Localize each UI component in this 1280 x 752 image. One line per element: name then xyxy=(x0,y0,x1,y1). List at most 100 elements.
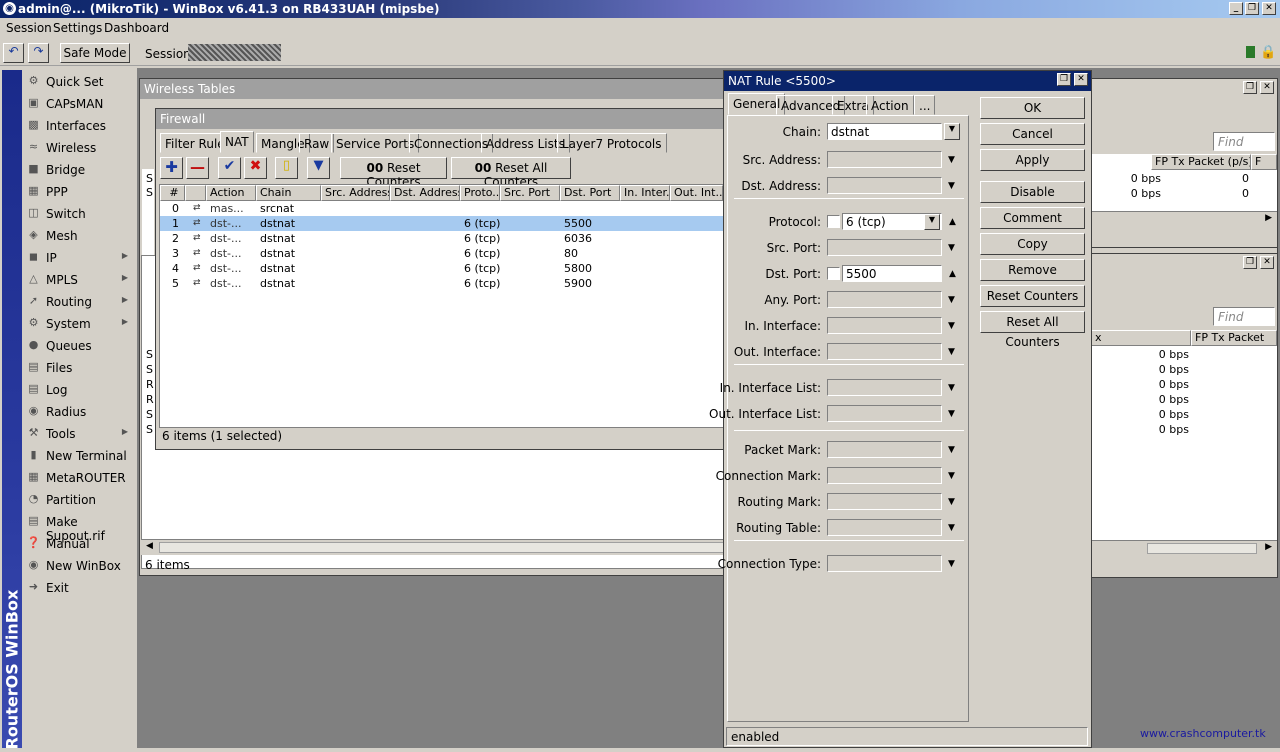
menu-dashboard[interactable]: Dashboard xyxy=(104,21,169,35)
disable-icon[interactable]: ✖ xyxy=(244,157,267,179)
col-fp-tx-packet[interactable]: FP Tx Packet (p/s) xyxy=(1151,154,1251,170)
table-row[interactable]: 4 dst-... dstnat 6 (tcp) 5800 ⇄ xyxy=(160,261,723,276)
sidebar-item-switch[interactable]: ◫ Switch xyxy=(24,202,136,224)
session-field[interactable] xyxy=(188,44,281,61)
sidebar-item-files[interactable]: ▤ Files xyxy=(24,356,136,378)
find-input[interactable]: Find xyxy=(1213,307,1275,326)
nat-apply-button[interactable]: Apply xyxy=(980,149,1085,171)
field-packet-mark[interactable] xyxy=(827,441,942,458)
col-action[interactable]: Action xyxy=(206,185,256,201)
table-row[interactable]: 2 dst-... dstnat 6 (tcp) 6036 ⇄ xyxy=(160,231,723,246)
dropdown-up-icon[interactable]: ▲ xyxy=(949,269,956,279)
sidebar-item-radius[interactable]: ◉ Radius xyxy=(24,400,136,422)
reset-all-counters-button[interactable]: 00 Reset All Counters xyxy=(451,157,571,189)
nat-cancel-button[interactable]: Cancel xyxy=(980,123,1085,145)
col-in-inter-[interactable]: In. Inter... xyxy=(620,185,670,201)
reset-counters-button[interactable]: 00 Reset Counters xyxy=(340,157,447,189)
panel-maximize-button[interactable]: ❐ xyxy=(1243,81,1257,94)
dropdown-down-icon[interactable]: ▼ xyxy=(948,445,955,455)
panel-close-button[interactable]: ✕ xyxy=(1260,81,1274,94)
nat-reset-counters-button[interactable]: Reset Counters xyxy=(980,285,1085,307)
sidebar-item-routing[interactable]: ➚ Routing ▶ xyxy=(24,290,136,312)
table-row[interactable]: 5 dst-... dstnat 6 (tcp) 5900 ⇄ xyxy=(160,276,723,291)
sidebar-item-interfaces[interactable]: ▩ Interfaces xyxy=(24,114,136,136)
field-dst-address[interactable] xyxy=(827,177,942,194)
nat-remove-button[interactable]: Remove xyxy=(980,259,1085,281)
nat-copy-button[interactable]: Copy xyxy=(980,233,1085,255)
enable-icon[interactable]: ✔ xyxy=(218,157,241,179)
checkbox-dst-port[interactable] xyxy=(827,267,840,280)
sidebar-item-new-winbox[interactable]: ◉ New WinBox xyxy=(24,554,136,576)
col-src-port[interactable]: Src. Port xyxy=(500,185,560,201)
dropdown-down-icon[interactable]: ▼ xyxy=(948,471,955,481)
table-row[interactable]: 3 dst-... dstnat 6 (tcp) 80 ⇄ xyxy=(160,246,723,261)
sidebar-item-mesh[interactable]: ◈ Mesh xyxy=(24,224,136,246)
nat-tab-more[interactable]: ... xyxy=(914,95,936,115)
dropdown-down-icon[interactable]: ▼ xyxy=(948,383,955,393)
panel-maximize-button[interactable]: ❐ xyxy=(1243,256,1257,269)
field-in-interface[interactable] xyxy=(827,317,942,334)
sidebar-item-exit[interactable]: ➜ Exit xyxy=(24,576,136,598)
table-row[interactable]: 0 mas... srcnat ⇄ xyxy=(160,201,723,216)
col-dst-port[interactable]: Dst. Port xyxy=(560,185,620,201)
col-rx[interactable]: x xyxy=(1091,330,1191,346)
sidebar-item-system[interactable]: ⚙ System ▶ xyxy=(24,312,136,334)
close-button[interactable]: ✕ xyxy=(1262,2,1276,15)
dropdown-up-icon[interactable]: ▲ xyxy=(949,217,956,227)
dropdown-down-icon[interactable]: ▼ xyxy=(948,497,955,507)
sidebar-item-metarouter[interactable]: ▦ MetaROUTER xyxy=(24,466,136,488)
dropdown-down-icon[interactable]: ▼ xyxy=(948,243,955,253)
field-src-address[interactable] xyxy=(827,151,942,168)
tab-layer7-protocols[interactable]: Layer7 Protocols xyxy=(557,133,667,153)
sidebar-item-new-terminal[interactable]: ▮ New Terminal xyxy=(24,444,136,466)
nat-maximize-button[interactable]: ❐ xyxy=(1057,73,1071,86)
find-input[interactable]: Find xyxy=(1213,132,1275,151)
field-connection-type[interactable] xyxy=(827,555,942,572)
field-connection-mark[interactable] xyxy=(827,467,942,484)
field-out-interface-list[interactable] xyxy=(827,405,942,422)
menu-session[interactable]: Session xyxy=(6,21,52,35)
filter-icon[interactable]: ▼ xyxy=(307,157,330,179)
field-dst-port[interactable]: 5500 xyxy=(842,265,942,282)
sidebar-item-wireless[interactable]: ≈ Wireless xyxy=(24,136,136,158)
sidebar-item-quick-set[interactable]: ⚙ Quick Set xyxy=(24,70,136,92)
col-dst-address[interactable]: Dst. Address xyxy=(390,185,460,201)
dropdown-down-icon[interactable]: ▼ xyxy=(948,295,955,305)
dropdown-down-icon[interactable]: ▼ xyxy=(948,347,955,357)
tab-service-ports[interactable]: Service Ports xyxy=(331,133,420,153)
chain-input[interactable]: dstnat xyxy=(827,123,942,140)
comment-icon[interactable]: ▯ xyxy=(275,157,298,179)
col-number[interactable]: # xyxy=(160,185,185,201)
sidebar-item-mpls[interactable]: △ MPLS ▶ xyxy=(24,268,136,290)
field-routing-table[interactable] xyxy=(827,519,942,536)
protocol-dropdown-icon[interactable]: ▼ xyxy=(924,214,940,230)
sidebar-item-tools[interactable]: ⚒ Tools ▶ xyxy=(24,422,136,444)
dropdown-down-icon[interactable]: ▼ xyxy=(948,559,955,569)
field-in-interface-list[interactable] xyxy=(827,379,942,396)
col-fp-tx-packet[interactable]: FP Tx Packet xyxy=(1191,330,1277,346)
nat-ok-button[interactable]: OK xyxy=(980,97,1085,119)
dropdown-down-icon[interactable]: ▼ xyxy=(948,321,955,331)
nat-tab-action[interactable]: Action xyxy=(866,95,914,115)
undo-icon[interactable]: ↶ xyxy=(3,43,24,63)
col-spacer[interactable] xyxy=(185,185,206,201)
sidebar-item-bridge[interactable]: ■ Bridge xyxy=(24,158,136,180)
sidebar-item-manual[interactable]: ❓ Manual xyxy=(24,532,136,554)
nat-reset-all-counters-button[interactable]: Reset All Counters xyxy=(980,311,1085,349)
sidebar-item-queues[interactable]: ● Queues xyxy=(24,334,136,356)
minimize-button[interactable]: _ xyxy=(1229,2,1243,15)
nat-disable-button[interactable]: Disable xyxy=(980,181,1085,203)
field-src-port[interactable] xyxy=(827,239,942,256)
dropdown-down-icon[interactable]: ▼ xyxy=(948,409,955,419)
remove-icon[interactable]: — xyxy=(186,157,209,179)
safe-mode-button[interactable]: Safe Mode xyxy=(60,43,130,63)
col-chain[interactable]: Chain xyxy=(256,185,321,201)
sidebar-item-partition[interactable]: ◔ Partition xyxy=(24,488,136,510)
dropdown-down-icon[interactable]: ▼ xyxy=(948,523,955,533)
tab-nat[interactable]: NAT xyxy=(220,131,254,153)
sidebar-item-log[interactable]: ▤ Log xyxy=(24,378,136,400)
scroll-right-icon[interactable]: ▶ xyxy=(1265,542,1272,552)
nat-close-button[interactable]: ✕ xyxy=(1074,73,1088,86)
scroll-right-icon[interactable]: ▶ xyxy=(1265,213,1272,223)
redo-icon[interactable]: ↷ xyxy=(28,43,49,63)
